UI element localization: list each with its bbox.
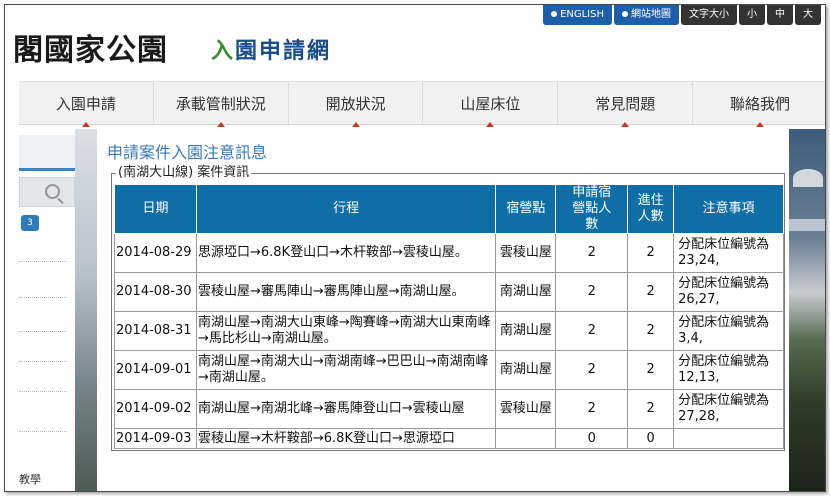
cell-date: 2014-08-30: [114, 272, 197, 312]
snow-peak: [793, 169, 823, 187]
divider: [19, 431, 67, 432]
cell-camp: 雲稜山屋: [495, 389, 557, 429]
cell-route: 南湖山屋→南湖大山→南湖南峰→巴巴山→南湖南峰→南湖山屋。: [195, 350, 497, 390]
cell-stay: 2: [627, 311, 675, 351]
browser-frame: 閣國家公園 入園申請網 ENGLISH 網站地圖 文字大小 小 中 大 入園申請…: [4, 4, 826, 492]
table-row: 2014-09-01 南湖山屋→南湖大山→南湖南峰→巴巴山→南湖南峰→南湖山屋。…: [114, 350, 784, 390]
divider: [19, 391, 67, 392]
cell-note: 分配床位編號為12,13,: [673, 350, 784, 390]
nav-item-open-status[interactable]: 開放狀況: [287, 82, 423, 127]
nav-item-capacity[interactable]: 承載管制狀況: [152, 82, 288, 127]
column-header-date: 日期: [114, 184, 197, 234]
table-row: 2014-08-29 思源埡口→6.8K登山口→木杆鞍部→雲稜山屋。 雲稜山屋 …: [114, 233, 784, 273]
font-medium-button[interactable]: 中: [767, 5, 793, 25]
sitemap-link[interactable]: 網站地圖: [614, 5, 679, 25]
nav-item-cabin-beds[interactable]: 山屋床位: [422, 82, 557, 127]
table-row: 2014-09-03 雲稜山屋→木杆鞍部→6.8K登山口→思源埡口 0 0: [114, 428, 784, 449]
sidebar-bottom-text[interactable]: 教學: [19, 471, 41, 487]
column-header-camp: 宿營點: [495, 184, 557, 234]
cell-stay: 2: [627, 350, 675, 390]
cell-camp: 雲稜山屋: [495, 233, 557, 273]
column-header-route: 行程: [195, 184, 497, 234]
cell-stay: 2: [627, 233, 675, 273]
site-header: 閣國家公園 入園申請網 ENGLISH 網站地圖 文字大小 小 中 大: [5, 5, 825, 81]
nav-marker-icon: [81, 122, 90, 127]
main-nav: 入園申請 承載管制狀況 開放狀況 山屋床位 常見問題 聯絡我們: [19, 81, 825, 127]
nav-item-faq[interactable]: 常見問題: [557, 82, 692, 127]
cell-applied: 2: [555, 233, 629, 273]
site-name-rest: 園申請網: [235, 39, 332, 64]
page-title: 申請案件入園注意訊息: [107, 143, 268, 162]
table-row: 2014-08-31 南湖山屋→南湖大山東峰→陶賽峰→南湖大山東南峰→馬比杉山→…: [114, 311, 784, 351]
case-info-fieldset: (南湖大山線) 案件資訊 日期 行程 宿營點 申請宿營點人數 進住人數 注意事項…: [111, 165, 785, 451]
font-small-button[interactable]: 小: [739, 5, 765, 25]
cell-date: 2014-09-02: [114, 389, 197, 429]
cell-note: [673, 428, 784, 449]
nav-marker-icon: [351, 122, 360, 127]
sidebar-search-button[interactable]: [19, 177, 75, 207]
notification-badge[interactable]: 3: [21, 215, 39, 231]
divider: [19, 361, 67, 362]
snow-ridge: [789, 219, 825, 231]
top-links: ENGLISH 網站地圖 文字大小 小 中 大: [543, 5, 821, 25]
cell-camp: [495, 428, 557, 449]
cell-camp: 南湖山屋: [495, 272, 557, 312]
table-row: 2014-09-02 南湖山屋→南湖北峰→審馬陣登山口→雲稜山屋 雲稜山屋 2 …: [114, 389, 784, 429]
site-name[interactable]: 入園申請網: [211, 33, 331, 65]
sidebar-tab[interactable]: [19, 135, 75, 171]
cell-note: 分配床位編號為23,24,: [673, 233, 784, 273]
font-large-button[interactable]: 大: [795, 5, 821, 25]
bullet-icon: [622, 11, 628, 17]
search-icon: [45, 184, 60, 199]
column-header-stay: 進住人數: [627, 184, 675, 234]
nav-item-apply[interactable]: 入園申請: [19, 82, 153, 127]
column-header-note: 注意事項: [673, 184, 784, 234]
nav-item-contact[interactable]: 聯絡我們: [692, 82, 825, 127]
cell-route: 雲稜山屋→木杆鞍部→6.8K登山口→思源埡口: [195, 428, 497, 449]
divider: [19, 297, 67, 298]
cell-camp: 南湖山屋: [495, 311, 557, 351]
english-link[interactable]: ENGLISH: [543, 5, 612, 25]
cell-note: 分配床位編號為26,27,: [673, 272, 784, 312]
background-photo-left: [75, 129, 97, 491]
table-row: 2014-08-30 雲稜山屋→審馬陣山→審馬陣山屋→南湖山屋。 南湖山屋 2 …: [114, 272, 784, 312]
cell-date: 2014-08-29: [114, 233, 197, 273]
nav-marker-icon: [621, 122, 630, 127]
main-content: 申請案件入園注意訊息 (南湖大山線) 案件資訊 日期 行程 宿營點 申請宿營點人…: [97, 129, 789, 491]
divider: [19, 331, 67, 332]
divider: [19, 261, 67, 262]
cell-applied: 2: [555, 311, 629, 351]
left-sidebar: 3 教學: [19, 135, 75, 491]
background-photo-right: [789, 129, 825, 491]
cell-stay: 2: [627, 272, 675, 312]
cell-route: 南湖山屋→南湖北峰→審馬陣登山口→雲稜山屋: [195, 389, 497, 429]
cell-applied: 2: [555, 350, 629, 390]
nav-marker-icon: [216, 122, 225, 127]
cell-camp: 南湖山屋: [495, 350, 557, 390]
font-size-label: 文字大小: [681, 5, 737, 25]
cell-date: 2014-09-01: [114, 350, 197, 390]
cell-applied: 2: [555, 272, 629, 312]
cell-applied: 0: [555, 428, 629, 449]
site-name-first: 入: [211, 39, 236, 64]
case-info-table: 日期 行程 宿營點 申請宿營點人數 進住人數 注意事項 2014-08-29 思…: [114, 184, 784, 449]
cell-date: 2014-08-31: [114, 311, 197, 351]
cell-stay: 2: [627, 389, 675, 429]
cell-note: 分配床位編號為3,4,: [673, 311, 784, 351]
bullet-icon: [551, 11, 558, 17]
table-header-row: 日期 行程 宿營點 申請宿營點人數 進住人數 注意事項: [114, 184, 784, 234]
nav-marker-icon: [486, 122, 495, 127]
park-logo-text[interactable]: 閣國家公園: [13, 25, 168, 69]
cell-date: 2014-09-03: [114, 428, 197, 449]
column-header-applied: 申請宿營點人數: [555, 184, 629, 234]
cell-route: 雲稜山屋→審馬陣山→審馬陣山屋→南湖山屋。: [195, 272, 497, 312]
cell-note: 分配床位編號為27,28,: [673, 389, 784, 429]
cell-route: 南湖山屋→南湖大山東峰→陶賽峰→南湖大山東南峰→馬比杉山→南湖山屋。: [195, 311, 497, 351]
cell-applied: 2: [555, 389, 629, 429]
case-info-legend: (南湖大山線) 案件資訊: [116, 165, 252, 181]
cell-stay: 0: [627, 428, 675, 449]
cell-route: 思源埡口→6.8K登山口→木杆鞍部→雲稜山屋。: [195, 233, 497, 273]
nav-marker-icon: [756, 122, 765, 127]
